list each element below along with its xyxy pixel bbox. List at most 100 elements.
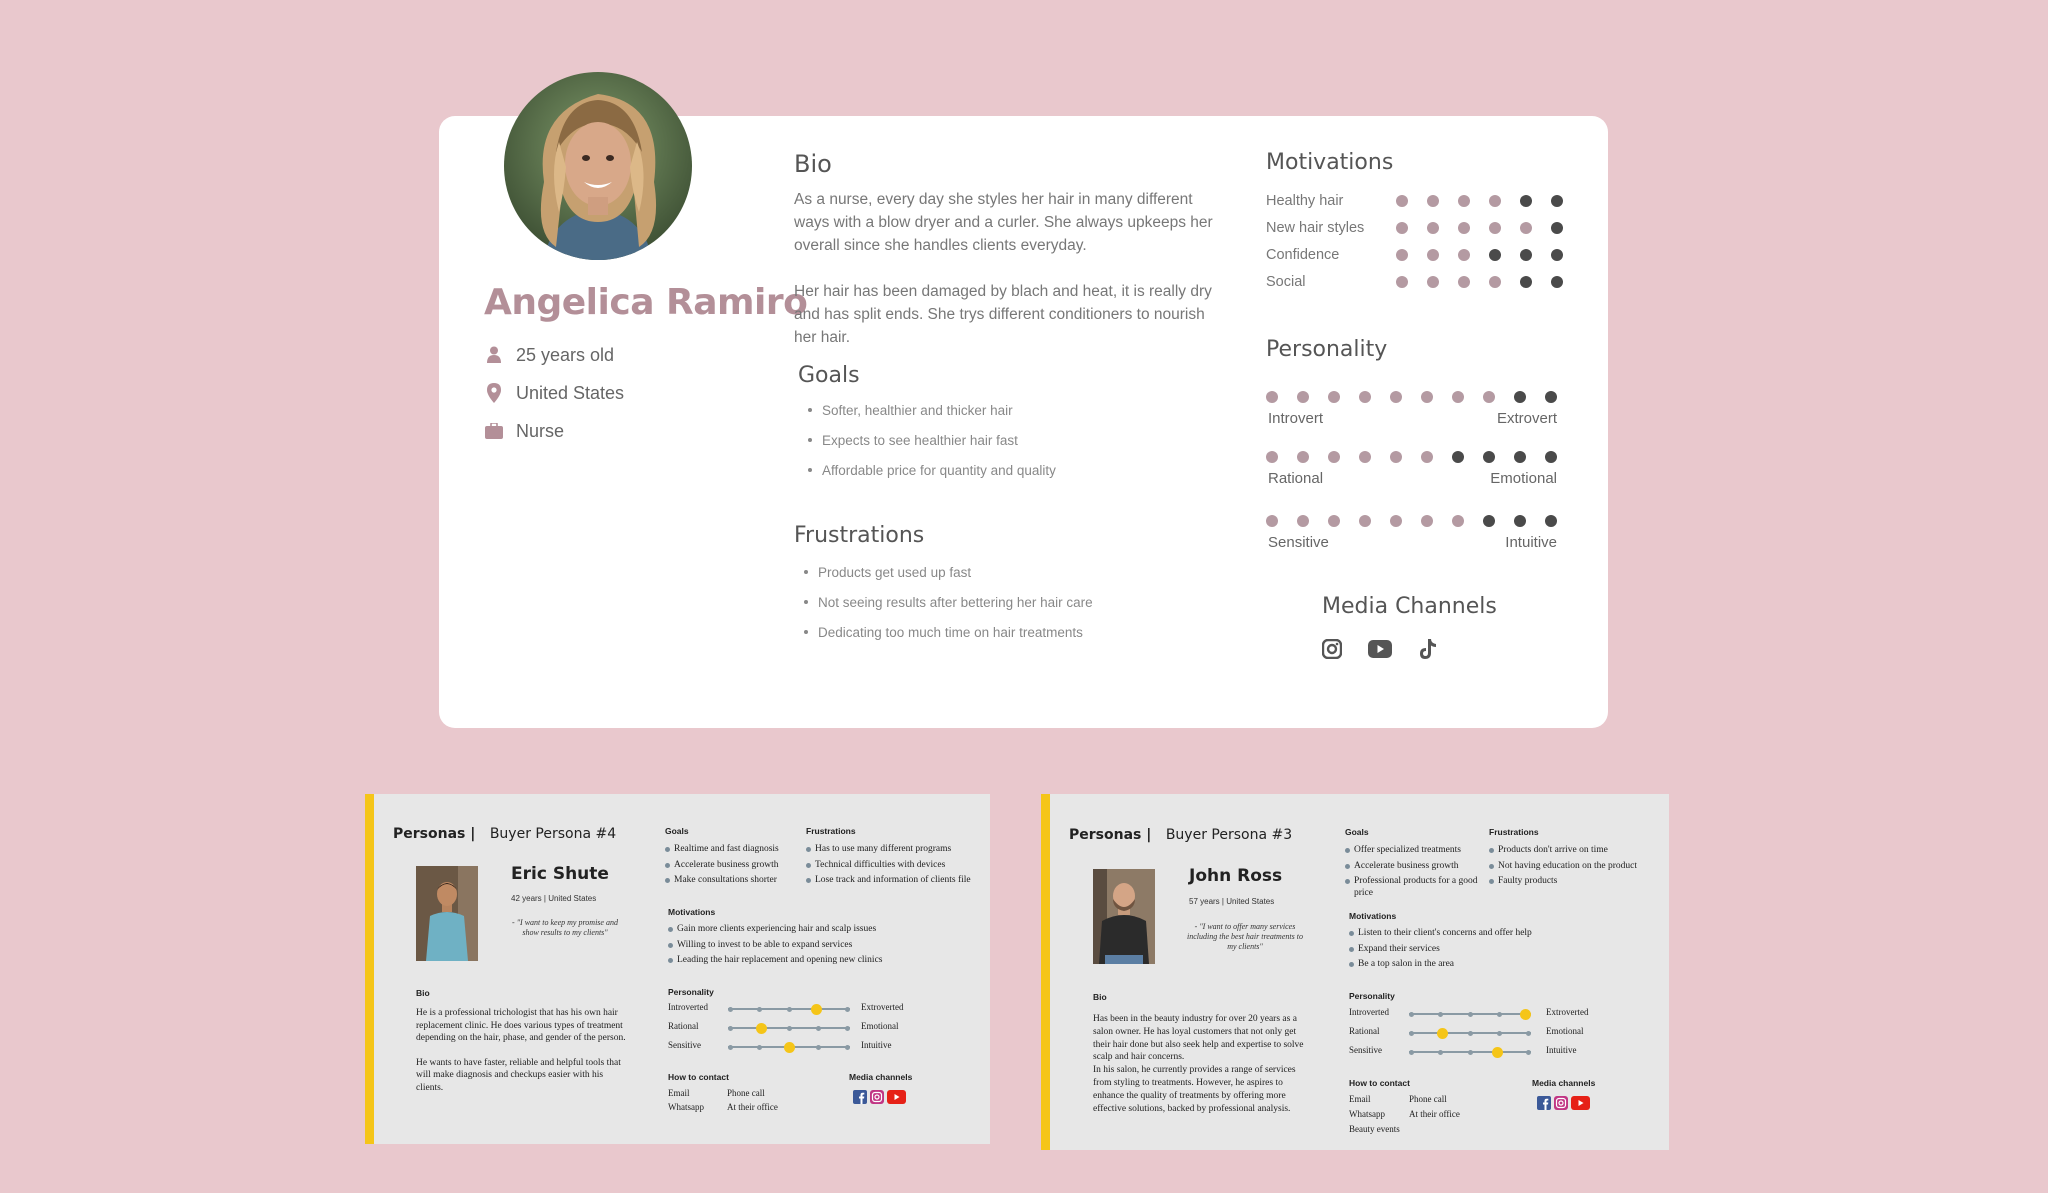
scale-dot — [1328, 515, 1340, 527]
rating-dot — [1520, 194, 1532, 207]
motivation-label: Healthy hair — [1266, 192, 1344, 209]
slide-goal-item: Realtime and fast diagnosis — [665, 844, 800, 856]
slide-brand: Personas | — [393, 826, 476, 842]
frustrations-title: Frustrations — [794, 523, 925, 548]
scale-dot — [1514, 515, 1526, 527]
motivation-row: Healthy hair — [1266, 187, 1566, 214]
eric-photo — [416, 866, 478, 961]
scale-dot — [1514, 451, 1526, 463]
accent-bar — [365, 794, 374, 1144]
rating-dot — [1458, 275, 1470, 288]
instagram-icon[interactable] — [1554, 1096, 1568, 1115]
slide-goals-title: Goals — [1345, 827, 1369, 837]
tiktok-icon[interactable] — [1418, 638, 1438, 665]
slider-left-label: Introverted — [1349, 1007, 1389, 1017]
slider-tick — [1438, 1049, 1444, 1055]
contact-whatsapp: Whatsapp — [1349, 1109, 1385, 1119]
personality-slider — [1409, 1046, 1531, 1058]
goal-item: Softer, healthier and thicker hair — [808, 395, 1056, 425]
slider-left-label: Rational — [668, 1021, 699, 1031]
contact-whatsapp: Whatsapp — [668, 1102, 704, 1112]
briefcase-icon — [484, 420, 504, 442]
personality-right-label: Intuitive — [1505, 534, 1557, 551]
slide-bio: He is a professional trichologist that h… — [416, 1007, 626, 1094]
facebook-icon[interactable] — [1537, 1096, 1551, 1115]
instagram-icon[interactable] — [1321, 638, 1343, 664]
personality-slider — [728, 1041, 850, 1053]
scale-dot — [1514, 391, 1526, 403]
facebook-icon[interactable] — [853, 1090, 867, 1109]
scale-dot — [1359, 515, 1371, 527]
persona-location: United States — [516, 382, 625, 403]
scale-dot — [1421, 391, 1433, 403]
persona-location-row: United States — [484, 382, 624, 404]
slide-persona-meta: 42 years | United States — [511, 894, 597, 903]
rating-dot — [1458, 221, 1470, 234]
rating-dot — [1396, 248, 1408, 261]
slide-subtitle: Buyer Persona #3 — [1165, 827, 1293, 843]
contact-office: At their office — [727, 1102, 778, 1112]
slider-tick — [757, 1044, 763, 1050]
slide-goal-item: Accelerate business growth — [665, 860, 800, 872]
slide-motivations-list: Gain more clients experiencing hair and … — [668, 924, 968, 971]
slide-header: Personas | Buyer Persona #4 — [393, 826, 616, 842]
slider-left-label: Introverted — [668, 1002, 708, 1012]
rating-dot — [1520, 221, 1532, 234]
personality-dots — [1266, 515, 1557, 527]
frustration-item: Dedicating too much time on hair treatme… — [804, 617, 1093, 647]
bio-paragraph: As a nurse, every day she styles her hai… — [794, 191, 1213, 254]
rating-dot — [1489, 248, 1501, 261]
youtube-icon[interactable] — [1571, 1096, 1590, 1115]
slide-bio-paragraph: He wants to have faster, reliable and he… — [416, 1057, 621, 1093]
rating-dot — [1427, 275, 1439, 288]
rating-dot — [1396, 194, 1408, 207]
slide-motivation-item: Leading the hair replacement and opening… — [668, 955, 968, 967]
rating-dot — [1427, 221, 1439, 234]
slider-tick — [1526, 1030, 1531, 1036]
motivations-title: Motivations — [1266, 150, 1394, 175]
persona-slide-john[interactable]: Personas | Buyer Persona #3 John Ross 57… — [1041, 794, 1669, 1150]
rating-dot — [1489, 221, 1501, 234]
scale-dot — [1483, 515, 1495, 527]
slide-persona-quote: - "I want to offer many services includi… — [1187, 922, 1303, 951]
scale-dot — [1297, 391, 1309, 403]
slider-left-label: Rational — [1349, 1026, 1380, 1036]
slide-frustration-item: Technical difficulties with devices — [806, 860, 976, 872]
rating-dot — [1458, 194, 1470, 207]
scale-dot — [1359, 391, 1371, 403]
slide-frustration-item: Products don't arrive on time — [1489, 845, 1667, 857]
motivation-row: New hair styles — [1266, 214, 1566, 241]
slider-tick — [728, 1006, 733, 1012]
motivation-dots — [1396, 248, 1563, 261]
persona-age: 25 years old — [516, 344, 615, 365]
instagram-icon[interactable] — [870, 1090, 884, 1109]
frustration-item: Not seeing results after bettering her h… — [804, 587, 1093, 617]
slider-tick — [728, 1044, 733, 1050]
personality-left-label: Introvert — [1268, 410, 1324, 427]
youtube-icon[interactable] — [887, 1090, 906, 1109]
youtube-icon[interactable] — [1368, 640, 1392, 663]
personality-slider — [1409, 1027, 1531, 1039]
scale-dot — [1390, 391, 1402, 403]
persona-slide-eric[interactable]: Personas | Buyer Persona #4 Eric Shute 4… — [365, 794, 990, 1144]
frustration-item: Products get used up fast — [804, 557, 1093, 587]
goal-item: Expects to see healthier hair fast — [808, 425, 1056, 455]
goals-list: Softer, healthier and thicker hair Expec… — [808, 395, 1056, 485]
slide-contact-title: How to contact — [1349, 1078, 1410, 1088]
slide-media-icons — [853, 1090, 906, 1109]
motivation-dots — [1396, 194, 1563, 207]
slide-goals-title: Goals — [665, 826, 689, 836]
scale-dot — [1297, 515, 1309, 527]
slide-goals-list: Realtime and fast diagnosis Accelerate b… — [665, 844, 800, 891]
scale-dot — [1297, 451, 1309, 463]
scale-dot — [1545, 515, 1557, 527]
scale-dot — [1545, 451, 1557, 463]
slide-goal-item: Make consultations shorter — [665, 875, 800, 887]
contact-phone: Phone call — [1409, 1094, 1447, 1104]
scale-dot — [1328, 391, 1340, 403]
slider-tick — [1496, 1011, 1502, 1017]
personality-left-label: Rational — [1268, 470, 1324, 487]
persona-age-row: 25 years old — [484, 344, 614, 366]
rating-dot — [1458, 248, 1470, 261]
slide-bio-title: Bio — [1093, 992, 1107, 1002]
